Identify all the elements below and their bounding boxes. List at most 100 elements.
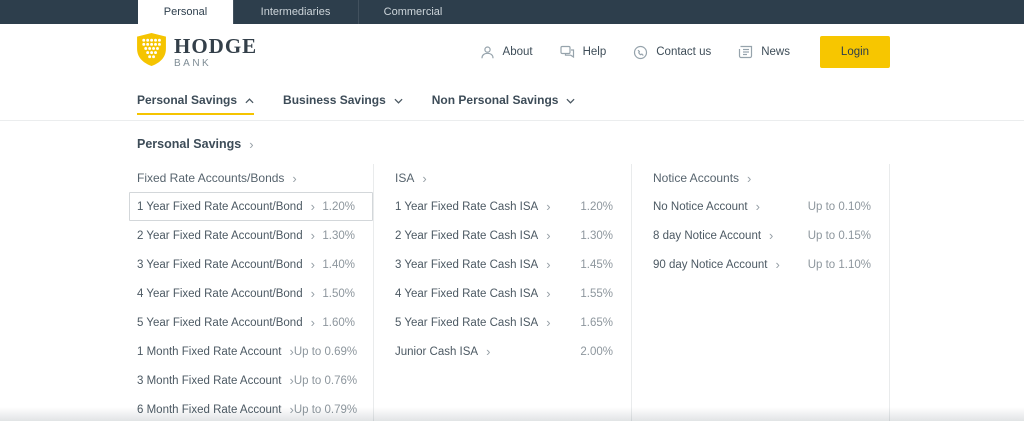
personal-savings-mega-menu: Personal Savings › Fixed Rate Accounts/B… bbox=[0, 121, 1024, 421]
menu-item-label: 3 Year Fixed Rate Cash ISA bbox=[395, 258, 539, 271]
menu-item-rate: 2.00% bbox=[580, 345, 613, 358]
logo-name: HODGE bbox=[174, 33, 258, 58]
chevron-right-icon: › bbox=[775, 257, 780, 272]
top-tab-bar: Personal Intermediaries Commercial bbox=[0, 0, 1024, 24]
chevron-right-icon: › bbox=[546, 315, 551, 330]
menu-item-rate: 1.20% bbox=[580, 200, 613, 213]
menu-item-3-month-fixed-rate-account[interactable]: 3 Month Fixed Rate Account › Up to 0.76% bbox=[129, 366, 373, 395]
menu-item-2-year-fixed-rate-cash-isa[interactable]: 2 Year Fixed Rate Cash ISA › 1.30% bbox=[387, 221, 631, 250]
user-icon bbox=[480, 45, 495, 60]
menu-item-label: 4 Year Fixed Rate Account/Bond bbox=[137, 287, 303, 300]
tab-commercial[interactable]: Commercial bbox=[358, 0, 468, 24]
menu-item-rate: 1.50% bbox=[322, 287, 355, 300]
phone-icon bbox=[633, 45, 648, 60]
column-heading[interactable]: Fixed Rate Accounts/Bonds › bbox=[137, 164, 373, 192]
menu-item-no-notice-account[interactable]: No Notice Account › Up to 0.10% bbox=[645, 192, 889, 221]
menu-item-2-year-fixed-rate-account-bond[interactable]: 2 Year Fixed Rate Account/Bond › 1.30% bbox=[129, 221, 373, 250]
menu-item-junior-cash-isa[interactable]: Junior Cash ISA › 2.00% bbox=[387, 337, 631, 366]
menu-item-rate: 1.60% bbox=[322, 316, 355, 329]
chevron-up-icon bbox=[245, 93, 254, 107]
nav-help[interactable]: Help bbox=[559, 45, 606, 60]
chevron-right-icon: › bbox=[310, 315, 315, 330]
menu-item-5-year-fixed-rate-cash-isa[interactable]: 5 Year Fixed Rate Cash ISA › 1.65% bbox=[387, 308, 631, 337]
subnav-business-savings[interactable]: Business Savings bbox=[283, 80, 403, 120]
chevron-right-icon: › bbox=[747, 170, 752, 186]
tab-intermediaries[interactable]: Intermediaries bbox=[233, 0, 358, 24]
menu-item-3-year-fixed-rate-account-bond[interactable]: 3 Year Fixed Rate Account/Bond › 1.40% bbox=[129, 250, 373, 279]
menu-column-fixed-rate-accounts-bonds: Fixed Rate Accounts/Bonds › 1 Year Fixed… bbox=[129, 164, 373, 424]
tab-intermediaries-label: Intermediaries bbox=[260, 6, 331, 18]
subnav-non-personal-savings[interactable]: Non Personal Savings bbox=[432, 80, 576, 120]
chevron-right-icon: › bbox=[546, 228, 551, 243]
menu-item-label: 1 Year Fixed Rate Cash ISA bbox=[395, 200, 539, 213]
menu-item-rate: Up to 0.10% bbox=[807, 200, 871, 213]
menu-item-4-year-fixed-rate-account-bond[interactable]: 4 Year Fixed Rate Account/Bond › 1.50% bbox=[129, 279, 373, 308]
tab-personal-label: Personal bbox=[163, 6, 208, 18]
menu-column-isa: ISA › 1 Year Fixed Rate Cash ISA › 1.20%… bbox=[395, 164, 631, 424]
menu-item-rate: 1.30% bbox=[322, 229, 355, 242]
menu-item-label: 1 Month Fixed Rate Account bbox=[137, 345, 282, 358]
menu-item-rate: Up to 0.79% bbox=[293, 403, 358, 416]
secondary-nav: Personal Savings Business Savings Non Pe… bbox=[0, 80, 1024, 120]
menu-item-1-year-fixed-rate-account-bond[interactable]: 1 Year Fixed Rate Account/Bond › 1.20% bbox=[129, 192, 373, 221]
header: HODGE BANK About Help Contact us News Lo… bbox=[0, 24, 1024, 121]
mega-menu-title-link[interactable]: Personal Savings › bbox=[0, 121, 254, 152]
chevron-right-icon: › bbox=[755, 199, 760, 214]
menu-item-rate: 1.65% bbox=[580, 316, 613, 329]
menu-item-label: 3 Month Fixed Rate Account bbox=[137, 374, 282, 387]
menu-item-label: 2 Year Fixed Rate Account/Bond bbox=[137, 229, 303, 242]
news-icon bbox=[738, 45, 753, 59]
menu-item-label: 5 Year Fixed Rate Account/Bond bbox=[137, 316, 303, 329]
menu-item-8-day-notice-account[interactable]: 8 day Notice Account › Up to 0.15% bbox=[645, 221, 889, 250]
menu-item-1-month-fixed-rate-account[interactable]: 1 Month Fixed Rate Account › Up to 0.69% bbox=[129, 337, 373, 366]
menu-item-rate: Up to 0.69% bbox=[293, 345, 358, 358]
menu-item-1-year-fixed-rate-cash-isa[interactable]: 1 Year Fixed Rate Cash ISA › 1.20% bbox=[387, 192, 631, 221]
menu-item-rate: 1.40% bbox=[322, 258, 355, 271]
chevron-right-icon: › bbox=[546, 286, 551, 301]
hodge-logo[interactable]: HODGE BANK bbox=[137, 33, 257, 71]
subnav-business-savings-label: Business Savings bbox=[283, 93, 386, 107]
menu-item-label: Junior Cash ISA bbox=[395, 345, 479, 358]
header-row: HODGE BANK About Help Contact us News Lo… bbox=[0, 24, 1024, 80]
menu-item-rate: Up to 1.10% bbox=[807, 258, 871, 271]
chevron-right-icon: › bbox=[546, 257, 551, 272]
menu-item-label: 1 Year Fixed Rate Account/Bond bbox=[137, 200, 303, 213]
subnav-personal-savings[interactable]: Personal Savings bbox=[137, 80, 255, 120]
column-heading-label: Fixed Rate Accounts/Bonds bbox=[137, 171, 285, 185]
chevron-right-icon: › bbox=[310, 257, 315, 272]
nav-about[interactable]: About bbox=[480, 45, 533, 60]
tab-personal[interactable]: Personal bbox=[138, 0, 233, 24]
menu-item-rate: 1.55% bbox=[580, 287, 613, 300]
chevron-right-icon: › bbox=[310, 199, 315, 214]
menu-item-4-year-fixed-rate-cash-isa[interactable]: 4 Year Fixed Rate Cash ISA › 1.55% bbox=[387, 279, 631, 308]
menu-item-rate: Up to 0.76% bbox=[293, 374, 358, 387]
column-heading-label: Notice Accounts bbox=[653, 171, 740, 185]
login-button[interactable]: Login bbox=[820, 36, 890, 68]
top-nav: About Help Contact us News Login bbox=[453, 36, 890, 68]
chevron-right-icon: › bbox=[292, 170, 297, 186]
mega-menu-title-label: Personal Savings bbox=[137, 137, 242, 151]
nav-news[interactable]: News bbox=[738, 45, 790, 59]
column-heading[interactable]: ISA › bbox=[395, 164, 631, 192]
tab-commercial-label: Commercial bbox=[383, 6, 443, 18]
chevron-right-icon: › bbox=[486, 344, 491, 359]
menu-item-label: 3 Year Fixed Rate Account/Bond bbox=[137, 258, 303, 271]
chevron-right-icon: › bbox=[422, 170, 427, 186]
menu-item-3-year-fixed-rate-cash-isa[interactable]: 3 Year Fixed Rate Cash ISA › 1.45% bbox=[387, 250, 631, 279]
column-divider bbox=[631, 164, 632, 421]
menu-item-label: 6 Month Fixed Rate Account bbox=[137, 403, 282, 416]
column-heading[interactable]: Notice Accounts › bbox=[653, 164, 889, 192]
menu-item-5-year-fixed-rate-account-bond[interactable]: 5 Year Fixed Rate Account/Bond › 1.60% bbox=[129, 308, 373, 337]
chevron-right-icon: › bbox=[249, 137, 254, 152]
menu-columns: Fixed Rate Accounts/Bonds › 1 Year Fixed… bbox=[0, 164, 1024, 424]
menu-item-label: 2 Year Fixed Rate Cash ISA bbox=[395, 229, 539, 242]
menu-item-6-month-fixed-rate-account[interactable]: 6 Month Fixed Rate Account › Up to 0.79% bbox=[129, 395, 373, 424]
nav-news-label: News bbox=[761, 46, 790, 58]
subnav-personal-savings-label: Personal Savings bbox=[137, 93, 238, 107]
chevron-right-icon: › bbox=[310, 286, 315, 301]
menu-item-label: 4 Year Fixed Rate Cash ISA bbox=[395, 287, 539, 300]
chat-icon bbox=[559, 45, 575, 60]
menu-item-label: No Notice Account bbox=[653, 200, 748, 213]
nav-contact-us[interactable]: Contact us bbox=[633, 45, 711, 60]
menu-item-90-day-notice-account[interactable]: 90 day Notice Account › Up to 1.10% bbox=[645, 250, 889, 279]
